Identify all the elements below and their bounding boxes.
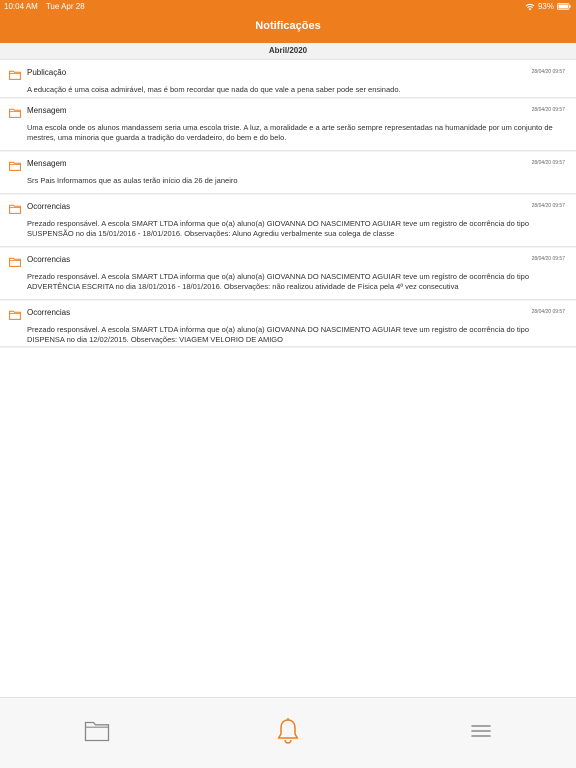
notification-message: Uma escola onde os alunos mandassem seri…	[27, 123, 553, 142]
status-left: 10:04 AM Tue Apr 28	[4, 2, 85, 11]
notification-date: 28/04/20 09:57	[531, 160, 565, 166]
notification-date: 28/04/20 09:57	[531, 256, 565, 262]
status-date: Tue Apr 28	[45, 2, 85, 11]
notification-message: A educação é uma coisa admirável, mas é …	[27, 85, 401, 94]
page-title: Notificações	[255, 20, 321, 32]
status-right: 93%	[525, 2, 571, 11]
battery-percent: 93%	[537, 2, 554, 11]
notification-date: 28/04/20 09:57	[531, 203, 565, 209]
notification-type: Mensagem	[27, 159, 67, 168]
folder-icon	[9, 158, 21, 171]
tab-folder[interactable]	[82, 718, 112, 748]
folder-icon	[9, 307, 21, 320]
folder-icon	[9, 201, 21, 214]
bottom-tab-bar	[0, 697, 576, 768]
status-bar: 10:04 AM Tue Apr 28 93%	[0, 0, 576, 13]
notification-list: Publicação 28/04/20 09:57 A educação é u…	[0, 60, 576, 347]
notification-item[interactable]: Ocorrencias 28/04/20 09:57 Prezado respo…	[0, 194, 576, 247]
notification-item[interactable]: Publicação 28/04/20 09:57 A educação é u…	[0, 60, 576, 98]
notification-date: 28/04/20 09:57	[531, 69, 565, 75]
folder-icon	[9, 67, 21, 80]
notification-message: Srs Pais Informamos que as aulas terão i…	[27, 176, 238, 185]
notification-item[interactable]: Mensagem 28/04/20 09:57 Uma escola onde …	[0, 98, 576, 151]
notification-type: Publicação	[27, 68, 67, 77]
notification-message: Prezado responsável. A escola SMART LTDA…	[27, 272, 530, 291]
battery-icon	[557, 3, 571, 10]
folder-icon	[84, 720, 110, 747]
app-root: 10:04 AM Tue Apr 28 93% Notificações Abr…	[0, 0, 576, 768]
notification-type: Ocorrencias	[27, 202, 71, 211]
notification-message: Prezado responsável. A escola SMART LTDA…	[27, 219, 530, 238]
notification-type: Mensagem	[27, 106, 67, 115]
bell-icon	[276, 717, 300, 750]
tab-menu[interactable]	[466, 718, 496, 748]
status-time: 10:04 AM	[4, 2, 38, 11]
folder-icon	[9, 105, 21, 118]
notification-type: Ocorrencias	[27, 308, 71, 317]
notification-date: 28/04/20 09:57	[531, 107, 565, 113]
app-header: 10:04 AM Tue Apr 28 93% Notificações	[0, 0, 576, 43]
notification-item[interactable]: Mensagem 28/04/20 09:57 Srs Pais Informa…	[0, 151, 576, 194]
notification-type: Ocorrencias	[27, 255, 71, 264]
menu-icon	[470, 723, 492, 744]
notification-date: 28/04/20 09:57	[531, 309, 565, 315]
notification-item[interactable]: Ocorrencias 28/04/20 09:57 Prezado respo…	[0, 300, 576, 347]
month-section-header: Abril/2020	[0, 43, 576, 60]
tab-notifications[interactable]	[273, 717, 303, 750]
notification-message: Prezado responsável. A escola SMART LTDA…	[27, 325, 530, 344]
folder-icon	[9, 254, 21, 267]
notification-item[interactable]: Ocorrencias 28/04/20 09:57 Prezado respo…	[0, 247, 576, 300]
wifi-icon	[525, 3, 535, 11]
